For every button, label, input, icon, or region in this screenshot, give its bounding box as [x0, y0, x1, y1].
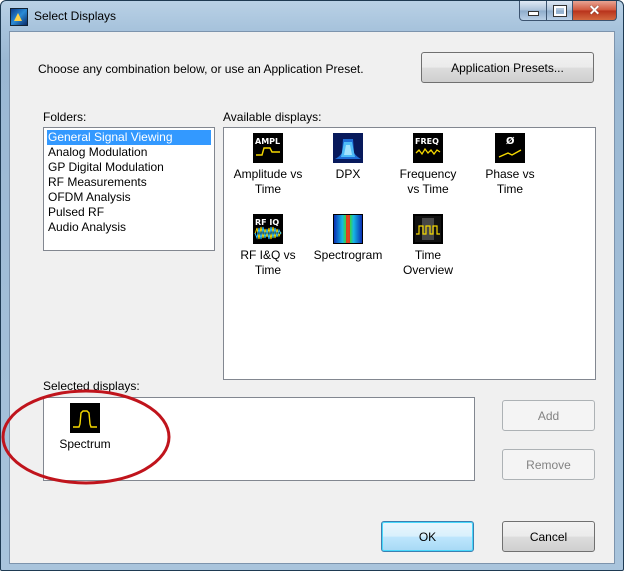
ok-button[interactable]: OK — [381, 521, 474, 552]
spectrogram-icon — [333, 214, 363, 244]
display-tile-time-overview[interactable]: Time Overview — [387, 214, 469, 278]
display-tile-frequency-vs-time[interactable]: FREQ Frequency vs Time — [387, 133, 469, 197]
folders-label: Folders: — [43, 110, 87, 124]
folder-item-rf-measurements[interactable]: RF Measurements — [47, 175, 211, 190]
display-tile-amplitude-vs-time[interactable]: AMPL Amplitude vs Time — [227, 133, 309, 197]
display-label-line2: Time — [254, 263, 282, 277]
selected-displays-label: Selected displays: — [43, 379, 140, 393]
minimize-icon — [527, 11, 539, 16]
time-overview-icon — [413, 214, 443, 244]
folders-list[interactable]: General Signal Viewing Analog Modulation… — [43, 127, 215, 251]
display-label-line1: Time — [414, 248, 442, 262]
dpx-icon — [333, 133, 363, 163]
display-label-line1: DPX — [335, 167, 361, 181]
display-label-line2: Time — [254, 182, 282, 196]
maximize-icon — [552, 4, 567, 17]
folder-item-gp-digital-modulation[interactable]: GP Digital Modulation — [47, 160, 211, 175]
display-label-line1: RF I&Q vs — [240, 248, 296, 262]
display-label-line1: Frequency — [399, 167, 457, 181]
frequency-time-icon: FREQ — [413, 133, 443, 163]
app-icon — [10, 8, 28, 26]
spectrum-icon — [70, 403, 100, 433]
title-bar[interactable]: Select Displays ✕ — [1, 1, 623, 31]
rf-iq-time-icon: RF IQ — [253, 214, 283, 244]
display-label-line2: vs Time — [407, 182, 449, 196]
caption-buttons: ✕ — [519, 1, 617, 21]
amplitude-time-icon: AMPL — [253, 133, 283, 163]
folder-item-audio-analysis[interactable]: Audio Analysis — [47, 220, 211, 235]
remove-button[interactable]: Remove — [502, 449, 595, 480]
minimize-button[interactable] — [519, 1, 547, 21]
display-tile-dpx[interactable]: DPX — [307, 133, 389, 182]
application-presets-button[interactable]: Application Presets... — [421, 52, 594, 83]
window-title: Select Displays — [34, 9, 117, 23]
selected-displays-list[interactable]: Spectrum — [43, 397, 475, 481]
close-icon: ✕ — [588, 2, 601, 18]
phase-time-icon: Ø — [495, 133, 525, 163]
display-label-line1: Spectrogram — [313, 248, 383, 262]
available-displays-list[interactable]: AMPL Amplitude vs Time DPX FREQ Frequenc… — [223, 127, 596, 380]
folder-item-general-signal-viewing[interactable]: General Signal Viewing — [47, 130, 211, 145]
instructions-text: Choose any combination below, or use an … — [38, 62, 364, 76]
folder-item-pulsed-rf[interactable]: Pulsed RF — [47, 205, 211, 220]
folder-item-ofdm-analysis[interactable]: OFDM Analysis — [47, 190, 211, 205]
display-tile-phase-vs-time[interactable]: Ø Phase vs Time — [469, 133, 551, 197]
selected-tile-spectrum[interactable]: Spectrum — [44, 403, 126, 452]
display-tile-rf-iq-vs-time[interactable]: RF IQ RF I&Q vs Time — [227, 214, 309, 278]
display-tile-spectrogram[interactable]: Spectrogram — [307, 214, 389, 263]
display-label-line2: Time — [496, 182, 524, 196]
cancel-button[interactable]: Cancel — [502, 521, 595, 552]
selected-display-label: Spectrum — [59, 437, 111, 451]
add-button[interactable]: Add — [502, 400, 595, 431]
maximize-button[interactable] — [547, 1, 573, 21]
display-label-line2: Overview — [402, 263, 453, 277]
close-button[interactable]: ✕ — [573, 1, 617, 21]
display-label-line1: Amplitude vs — [233, 167, 303, 181]
display-label-line1: Phase vs — [485, 167, 535, 181]
available-displays-label: Available displays: — [223, 110, 322, 124]
folder-item-analog-modulation[interactable]: Analog Modulation — [47, 145, 211, 160]
